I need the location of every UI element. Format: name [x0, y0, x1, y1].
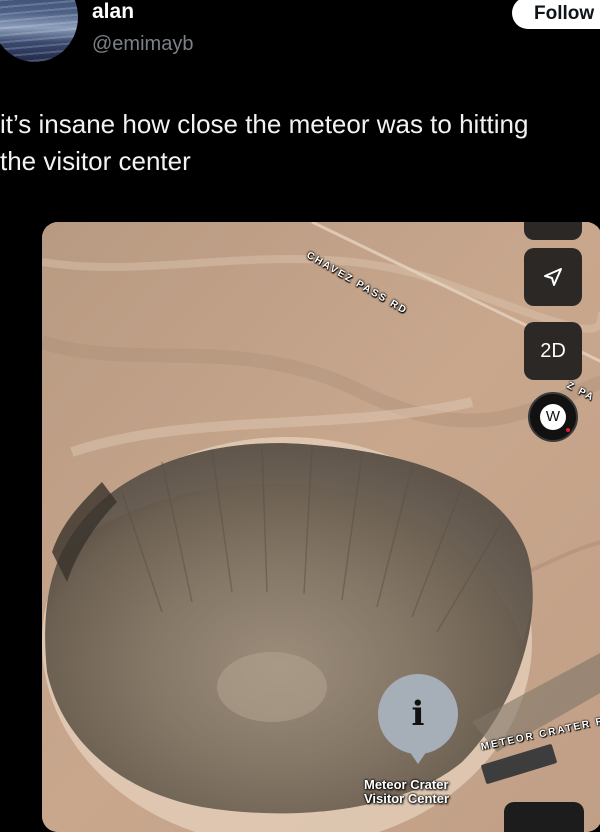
map-top-control[interactable]	[524, 222, 582, 240]
post-text-line-2: the visitor center	[0, 146, 191, 176]
user-name[interactable]: alan	[92, 0, 134, 24]
follow-button[interactable]: Follow	[512, 0, 600, 29]
poi-label-line-1: Meteor Crater	[364, 777, 449, 792]
info-pin-tip	[407, 748, 429, 764]
info-icon: i	[411, 694, 425, 734]
user-handle[interactable]: @emimayb	[92, 32, 193, 56]
locate-button[interactable]	[524, 248, 582, 306]
poi-label-line-2: Visitor Center	[364, 791, 450, 806]
post-text-line-1: it’s insane how close the meteor was to …	[0, 109, 529, 139]
locate-arrow-icon	[544, 268, 562, 286]
view-mode-toggle[interactable]: 2D	[524, 322, 582, 380]
compass-icon: W	[540, 404, 566, 430]
compass-button[interactable]: W	[528, 392, 578, 442]
poi-label-visitor-center[interactable]: Meteor Crater Visitor Center	[364, 778, 449, 806]
avatar[interactable]	[0, 0, 78, 62]
compass-north-dot	[566, 428, 570, 432]
map-corner-button[interactable]	[504, 802, 584, 832]
post-text: it’s insane how close the meteor was to …	[0, 106, 600, 180]
info-pin[interactable]: i	[378, 674, 458, 754]
media-map-screenshot[interactable]: CHAVEZ PASS RD Z PA METEOR CRATER R 2D W…	[42, 222, 600, 832]
